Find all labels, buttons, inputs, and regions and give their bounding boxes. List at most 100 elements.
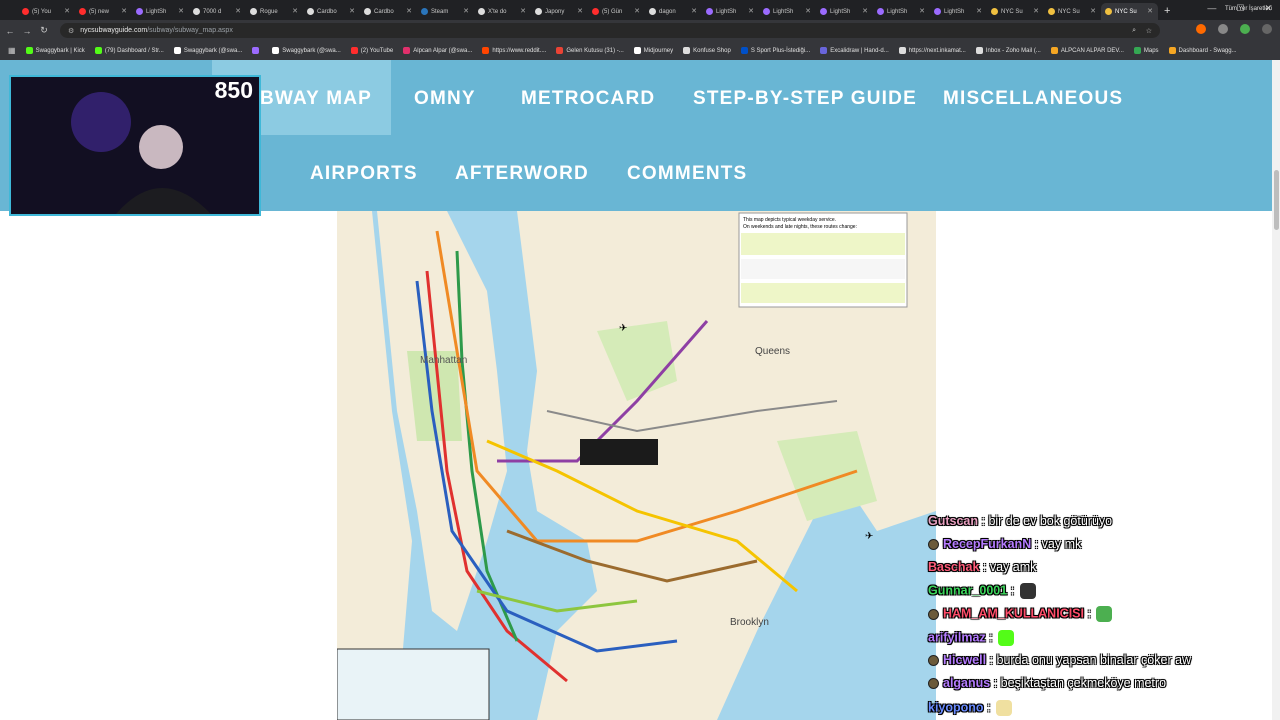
tab-close-icon[interactable]: ✕	[235, 7, 241, 15]
bookmark-favicon-icon	[898, 47, 906, 54]
tab-close-icon[interactable]: ✕	[748, 7, 754, 15]
reload-icon[interactable]: ↻	[37, 25, 51, 36]
browser-tab[interactable]: dagon ✕	[645, 3, 702, 20]
bookmark-item[interactable]: Swaggybark (@swa...	[173, 47, 242, 54]
nav-comments[interactable]: COMMENTS	[627, 163, 747, 185]
profile-avatar-icon[interactable]	[1240, 24, 1250, 34]
bookmark-favicon-icon	[173, 47, 181, 54]
bookmark-label: Konfuse Shop	[693, 47, 731, 54]
browser-tab[interactable]: Steam ✕	[417, 3, 474, 20]
tab-close-icon[interactable]: ✕	[805, 7, 811, 15]
browser-tab[interactable]: (5) You ✕	[18, 3, 75, 20]
browser-tab[interactable]: Rogue ✕	[246, 3, 303, 20]
browser-tab[interactable]: Japony ✕	[531, 3, 588, 20]
new-tab-button[interactable]: +	[1164, 3, 1170, 20]
browser-tab[interactable]: X'te do ✕	[474, 3, 531, 20]
tab-label: LightSh	[773, 8, 794, 15]
chat-text: bir de ev bok götürüyo	[988, 514, 1113, 528]
browser-tab[interactable]: LightSh ✕	[930, 3, 987, 20]
bookmark-item[interactable]: Swaggybark (@swa...	[272, 47, 341, 54]
bookmark-item[interactable]: Alpcan Alpar (@swa...	[403, 47, 472, 54]
bookmark-item[interactable]: Swaggybark | Kick	[25, 47, 85, 54]
tab-close-icon[interactable]: ✕	[919, 7, 925, 15]
scrollbar-thumb[interactable]	[1274, 170, 1279, 230]
tab-close-icon[interactable]: ✕	[64, 7, 70, 15]
bookmark-item[interactable]: Maps	[1133, 47, 1159, 54]
bookmark-item[interactable]: Inbox - Zoho Mail (...	[975, 47, 1041, 54]
bookmark-favicon-icon	[350, 47, 358, 54]
nav-omny[interactable]: OMNY	[414, 88, 476, 110]
bookmark-favicon-icon	[556, 47, 564, 54]
bookmark-item[interactable]: (2) YouTube	[350, 47, 393, 54]
bookmark-label: Dashboard - Swagg...	[1178, 47, 1237, 54]
bookmark-item[interactable]: Gelen Kutusu (31) -...	[556, 47, 624, 54]
tab-close-icon[interactable]: ✕	[577, 7, 583, 15]
tab-close-icon[interactable]: ✕	[691, 7, 697, 15]
tab-close-icon[interactable]: ✕	[520, 7, 526, 15]
bookmark-item[interactable]: ALPCAN ALPAR DEV...	[1050, 47, 1124, 54]
tab-close-icon[interactable]: ✕	[976, 7, 982, 15]
bookmark-item[interactable]	[252, 47, 262, 54]
browser-tab[interactable]: LightSh ✕	[816, 3, 873, 20]
tab-close-icon[interactable]: ✕	[406, 7, 412, 15]
bookmark-favicon-icon	[820, 47, 828, 54]
map-label-brooklyn: Brooklyn	[730, 617, 769, 628]
subway-map-image[interactable]: This map depicts typical weekday service…	[337, 211, 936, 720]
bookmark-item[interactable]: https://next.inkamat...	[898, 47, 966, 54]
nav-afterword[interactable]: AFTERWORD	[455, 163, 589, 185]
nav-metrocard[interactable]: METROCARD	[521, 88, 655, 110]
tab-close-icon[interactable]: ✕	[634, 7, 640, 15]
tab-close-icon[interactable]: ✕	[178, 7, 184, 15]
nav-subway-map[interactable]: BWAY MAP	[260, 88, 372, 110]
browser-tab[interactable]: LightSh ✕	[132, 3, 189, 20]
tab-favicon-icon	[1048, 8, 1055, 15]
tab-close-icon[interactable]: ✕	[463, 7, 469, 15]
menu-kebab-icon[interactable]	[1262, 24, 1272, 34]
browser-tab[interactable]: LightSh ✕	[702, 3, 759, 20]
back-icon[interactable]: ←	[3, 26, 17, 36]
bookmark-item[interactable]: Konfuse Shop	[683, 47, 731, 54]
forward-icon[interactable]: →	[20, 26, 34, 36]
tab-close-icon[interactable]: ✕	[862, 7, 868, 15]
tab-close-icon[interactable]: ✕	[349, 7, 355, 15]
webcam-overlay: 850	[9, 75, 261, 216]
browser-tab[interactable]: 7000 d ✕	[189, 3, 246, 20]
bookmark-item[interactable]: Dashboard - Swagg...	[1168, 47, 1237, 54]
browser-tab[interactable]: Cardbo ✕	[303, 3, 360, 20]
tab-close-icon[interactable]: ✕	[1147, 7, 1153, 15]
apps-grid-icon[interactable]: ▦	[8, 46, 16, 55]
site-info-icon[interactable]: ⚙	[68, 27, 74, 35]
nav-step-by-step-guide[interactable]: STEP-BY-STEP GUIDE	[693, 88, 917, 110]
map-inset-box	[337, 648, 490, 720]
browser-tab[interactable]: NYC Su ✕	[987, 3, 1044, 20]
extension-icon[interactable]	[1196, 24, 1206, 34]
browser-tab[interactable]: (5) new ✕	[75, 3, 132, 20]
bookmark-star-icon[interactable]: ☆	[1146, 27, 1152, 35]
bookmark-item[interactable]: Midjourney	[633, 47, 673, 54]
tab-close-icon[interactable]: ✕	[1090, 7, 1096, 15]
all-bookmarks-button[interactable]: Tüm Yer İşaretleri	[1225, 6, 1272, 12]
browser-tab[interactable]: LightSh ✕	[873, 3, 930, 20]
browser-tab[interactable]: Cardbo ✕	[360, 3, 417, 20]
minimize-icon[interactable]: —	[1207, 3, 1216, 14]
tab-close-icon[interactable]: ✕	[1033, 7, 1039, 15]
tab-close-icon[interactable]: ✕	[121, 7, 127, 15]
browser-tab[interactable]: NYC Su ✕	[1101, 3, 1158, 20]
zoom-icon[interactable]: ⌕	[1132, 27, 1136, 35]
nav-miscellaneous[interactable]: MISCELLANEOUS	[943, 88, 1123, 110]
browser-tab[interactable]: NYC Su ✕	[1044, 3, 1101, 20]
bookmark-item[interactable]: (79) Dashboard / Str...	[94, 47, 164, 54]
bookmark-item[interactable]: Excalidraw | Hand-d...	[820, 47, 889, 54]
extensions-puzzle-icon[interactable]	[1218, 24, 1228, 34]
bookmark-item[interactable]: S Sport Plus-İstediği...	[740, 47, 810, 54]
map-legend-band-2	[741, 259, 905, 279]
browser-tab[interactable]: (5) Gün ✕	[588, 3, 645, 20]
bookmark-item[interactable]: https://www.reddit....	[482, 47, 546, 54]
tab-favicon-icon	[478, 8, 485, 15]
nav-airports[interactable]: AIRPORTS	[310, 163, 418, 185]
chat-username: Gutscan	[928, 514, 979, 528]
browser-tab[interactable]: LightSh ✕	[759, 3, 816, 20]
page-scrollbar[interactable]	[1272, 60, 1280, 720]
tab-close-icon[interactable]: ✕	[292, 7, 298, 15]
url-input[interactable]: ⚙ nycsubwayguide.com/subway/subway_map.a…	[60, 23, 1160, 38]
